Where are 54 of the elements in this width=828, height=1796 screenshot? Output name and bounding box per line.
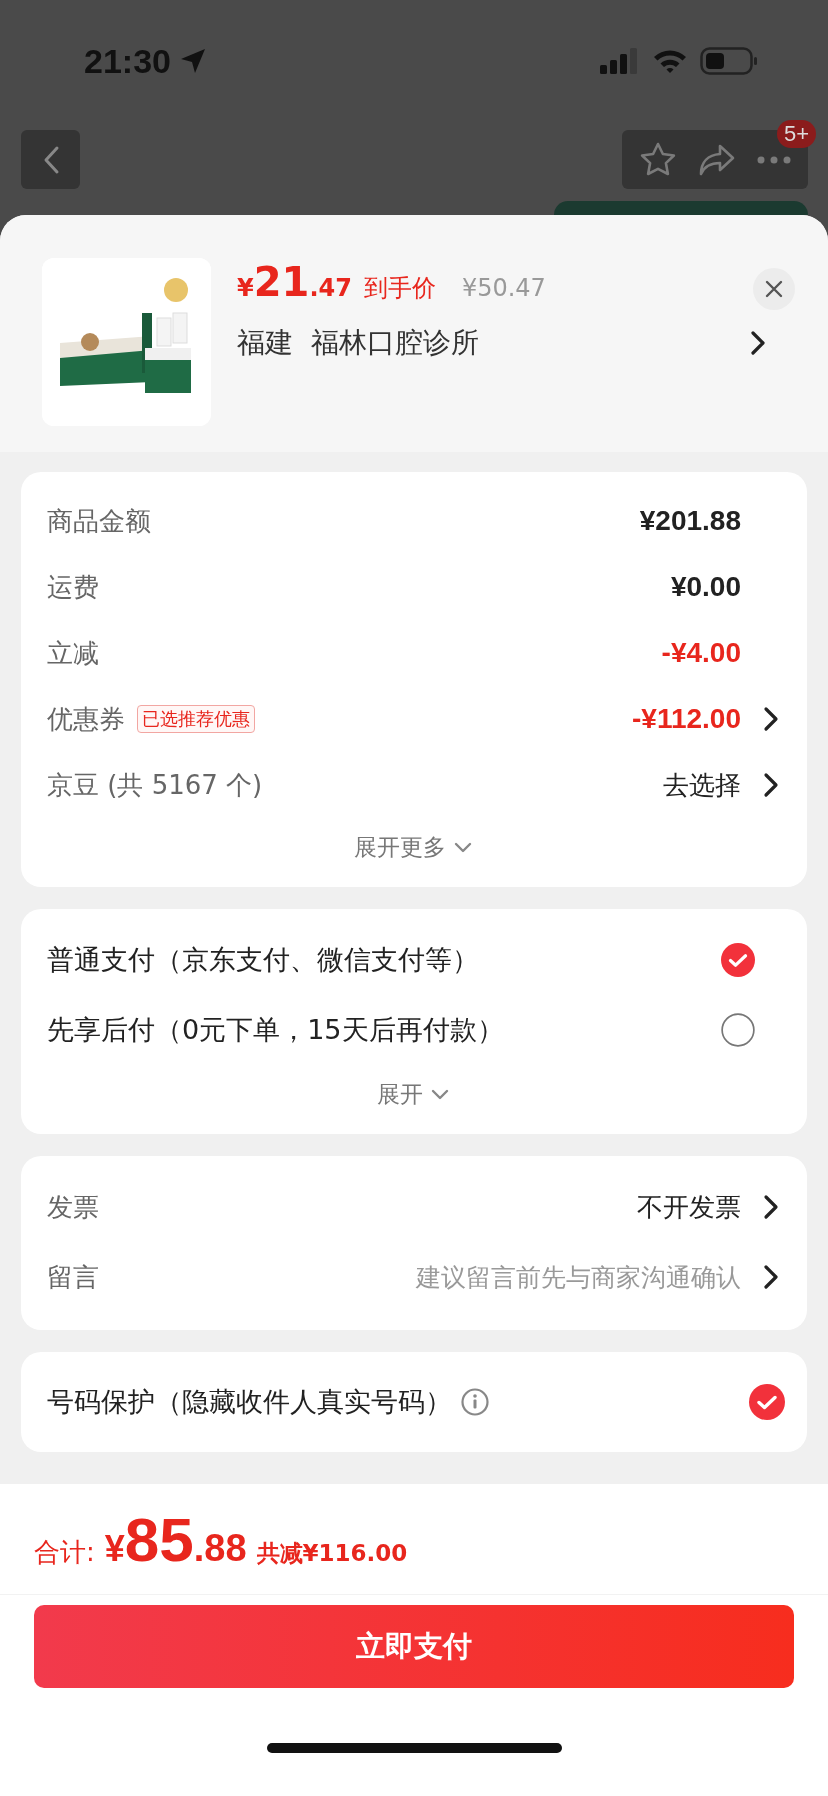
chevron-right-icon[interactable] — [763, 1264, 779, 1290]
message-field[interactable]: 建议留言前先与商家沟通确认 — [416, 1260, 741, 1294]
more-icon[interactable] — [757, 155, 792, 164]
signal-icon — [600, 48, 640, 74]
payment-option: 先享后付（0元下单，15天后再付款） — [47, 1012, 504, 1048]
row-value: ¥201.88 — [639, 505, 741, 537]
original-price: ¥50.47 — [461, 274, 546, 302]
info-icon[interactable] — [460, 1387, 490, 1417]
saving-text: 共减¥116.00 — [256, 1538, 408, 1568]
close-button[interactable] — [753, 268, 795, 310]
total-symbol: ¥ — [104, 1527, 125, 1570]
total-integer: 85 — [124, 1503, 194, 1575]
row-value: -¥112.00 — [632, 703, 741, 735]
row-label: 优惠券 — [47, 702, 125, 736]
chevron-down-icon — [454, 841, 472, 854]
checked-circle-icon[interactable] — [749, 1384, 785, 1420]
row-label: 留言 — [47, 1260, 99, 1294]
price-symbol: ¥ — [237, 274, 254, 302]
wifi-icon — [652, 48, 688, 74]
row-value: -¥4.00 — [661, 637, 741, 669]
row-value: ¥0.00 — [670, 571, 741, 603]
expand-more-button[interactable]: 展开更多 — [354, 832, 472, 863]
row-label: 京豆 (共 5167 个) — [47, 768, 263, 802]
total-label: 合计: — [34, 1535, 95, 1569]
battery-icon — [700, 47, 758, 75]
coupon-tag: 已选推荐优惠 — [137, 705, 255, 733]
row-value: 不开发票 — [637, 1190, 741, 1224]
pay-button[interactable]: 立即支付 — [34, 1605, 794, 1688]
close-icon — [765, 280, 783, 298]
privacy-label: 号码保护（隐藏收件人真实号码） — [47, 1385, 452, 1419]
chevron-right-icon[interactable] — [763, 1194, 779, 1220]
row-value: 去选择 — [663, 768, 741, 802]
price-integer: 21 — [253, 258, 310, 306]
price-label: 到手价 — [363, 273, 436, 304]
chevron-right-icon[interactable] — [750, 330, 766, 356]
price-decimal: .47 — [309, 274, 352, 302]
row-label: 运费 — [47, 570, 99, 604]
unchecked-circle-icon[interactable] — [721, 1013, 755, 1047]
expand-button[interactable]: 展开 — [377, 1079, 449, 1110]
total-decimal: .88 — [193, 1526, 247, 1570]
row-label: 商品金额 — [47, 504, 151, 538]
back-button[interactable] — [21, 130, 80, 189]
notification-badge: 5+ — [776, 120, 816, 148]
store-region: 福建 — [237, 325, 293, 361]
clock-time: 21:30 — [84, 41, 171, 81]
chevron-down-icon — [431, 1088, 449, 1101]
chevron-right-icon[interactable] — [763, 772, 779, 798]
chevron-right-icon[interactable] — [763, 706, 779, 732]
payment-option: 普通支付（京东支付、微信支付等） — [47, 942, 479, 978]
share-icon[interactable] — [698, 142, 736, 177]
row-label: 发票 — [47, 1190, 99, 1224]
checked-circle-icon[interactable] — [721, 943, 755, 977]
row-label: 立减 — [47, 636, 99, 670]
store-name: 福林口腔诊所 — [311, 325, 479, 361]
